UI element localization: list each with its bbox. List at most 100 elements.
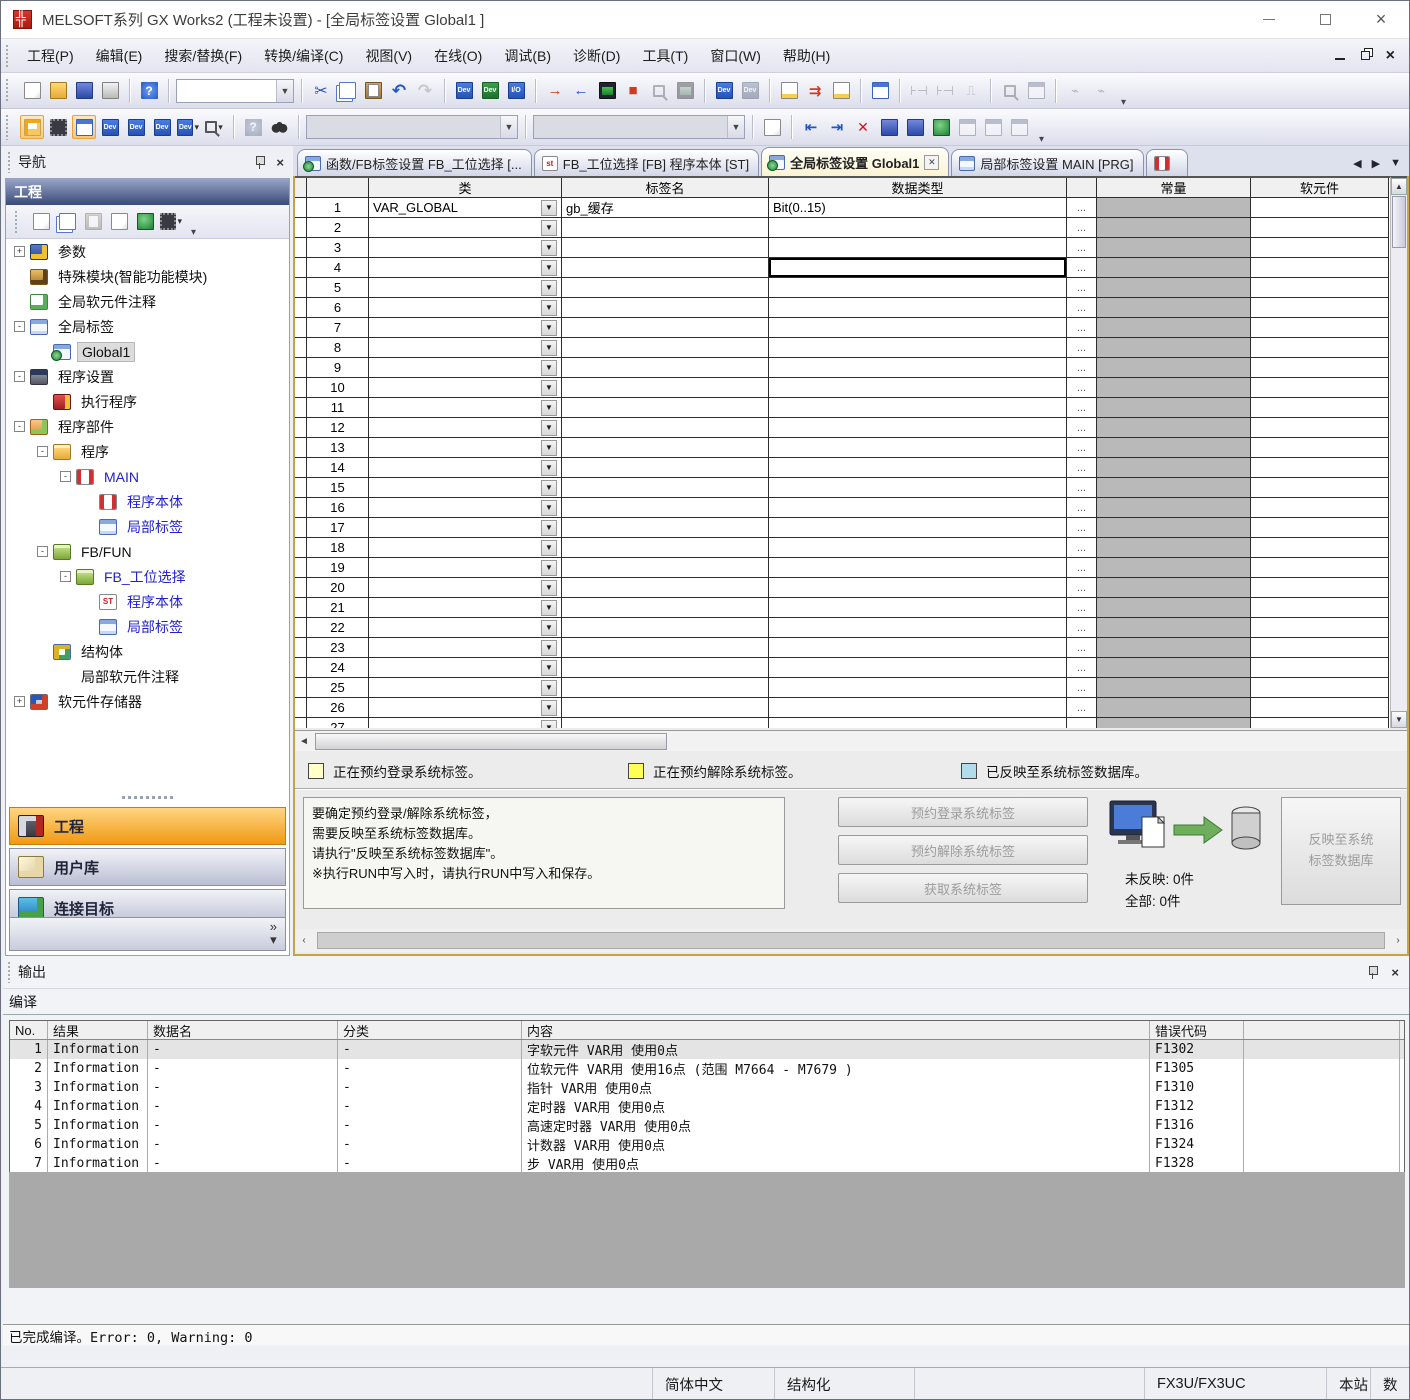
- grid-cell-device[interactable]: [1251, 238, 1389, 258]
- grid-cell-device[interactable]: [1251, 518, 1389, 538]
- nav-splitter[interactable]: [6, 791, 289, 803]
- combo-drop-icon[interactable]: ▼: [727, 116, 744, 138]
- grid-cell-label-name[interactable]: [562, 658, 769, 678]
- data-type-browse-icon[interactable]: ...: [1067, 318, 1097, 338]
- device-batch-icon[interactable]: Dev: [150, 115, 174, 139]
- monitor-start-icon[interactable]: [595, 79, 619, 103]
- grid-cell-data-type[interactable]: [769, 458, 1067, 478]
- grid-cell-device[interactable]: [1251, 578, 1389, 598]
- tree-item-Global1[interactable]: +Global1: [6, 339, 289, 364]
- convert-off-icon[interactable]: [1007, 115, 1031, 139]
- reflect-to-database-button[interactable]: 反映至系统标签数据库: [1281, 797, 1401, 905]
- grid-cell-label-name[interactable]: [562, 678, 769, 698]
- tree-expand-icon[interactable]: +: [14, 696, 25, 707]
- data-type-browse-icon[interactable]: ...: [1067, 258, 1097, 278]
- watch-unregister-icon[interactable]: Dev: [738, 79, 762, 103]
- class-dropdown-icon[interactable]: ▼: [541, 580, 557, 596]
- toolbar-combobox[interactable]: ▼: [306, 115, 518, 139]
- grid-cell-device[interactable]: [1251, 718, 1389, 728]
- menu-grip[interactable]: [5, 44, 10, 67]
- data-type-browse-icon[interactable]: ...: [1067, 698, 1097, 718]
- class-dropdown-icon[interactable]: ▼: [541, 300, 557, 316]
- output-pin-icon[interactable]: [1367, 965, 1379, 979]
- grid-cell-class[interactable]: ▼: [369, 238, 562, 258]
- data-type-browse-icon[interactable]: ...: [1067, 358, 1097, 378]
- tree-item-局部软元件注释[interactable]: +局部软元件注释: [6, 664, 289, 689]
- ladder-jump-icon[interactable]: [1024, 79, 1048, 103]
- class-dropdown-icon[interactable]: ▼: [541, 380, 557, 396]
- menu-编辑E[interactable]: 编辑(E): [85, 42, 154, 70]
- toolbar-overflow-icon[interactable]: ▾: [1117, 97, 1130, 108]
- convert-sel-icon[interactable]: [955, 115, 979, 139]
- tree-expand-icon[interactable]: -: [14, 321, 25, 332]
- tree-item-局部标签[interactable]: +局部标签: [6, 614, 289, 639]
- data-type-browse-icon[interactable]: ...: [1067, 718, 1097, 728]
- grid-cell-data-type[interactable]: [769, 258, 1067, 278]
- menu-视图V[interactable]: 视图(V): [354, 42, 423, 70]
- grid-cell-label-name[interactable]: [562, 258, 769, 278]
- verify-icon[interactable]: [647, 79, 671, 103]
- grid-cell-device[interactable]: [1251, 218, 1389, 238]
- button-预约登录系统标签[interactable]: 预约登录系统标签: [838, 797, 1088, 827]
- tree-item-结构体[interactable]: +结构体: [6, 639, 289, 664]
- grid-cell-class[interactable]: ▼: [369, 318, 562, 338]
- project-view-icon[interactable]: [20, 115, 44, 139]
- grid-cell-label-name[interactable]: [562, 478, 769, 498]
- window-maximize-button[interactable]: [1297, 1, 1353, 38]
- remote-operation-icon[interactable]: [868, 79, 892, 103]
- grid-cell-device[interactable]: [1251, 418, 1389, 438]
- class-dropdown-icon[interactable]: ▼: [541, 420, 557, 436]
- tree-item-软元件存储器[interactable]: +软元件存储器: [6, 689, 289, 714]
- grid-cell-device[interactable]: [1251, 618, 1389, 638]
- grid-cell-label-name[interactable]: [562, 318, 769, 338]
- class-dropdown-icon[interactable]: ▼: [541, 360, 557, 376]
- grid-cell-data-type[interactable]: [769, 338, 1067, 358]
- grid-cell-data-type[interactable]: [769, 478, 1067, 498]
- open-project-icon[interactable]: [46, 79, 70, 103]
- grid-cell-label-name[interactable]: [562, 218, 769, 238]
- grid-cell-device[interactable]: [1251, 198, 1389, 218]
- data-type-browse-icon[interactable]: ...: [1067, 638, 1097, 658]
- ladder-contact-icon[interactable]: ⊦⊣: [907, 79, 931, 103]
- nav-more-bar[interactable]: »▾: [9, 917, 286, 951]
- grid-cell-label-name[interactable]: [562, 638, 769, 658]
- grid-cell-class[interactable]: ▼: [369, 598, 562, 618]
- grid-cell-device[interactable]: [1251, 498, 1389, 518]
- grid-vscroll-thumb[interactable]: [1392, 196, 1406, 248]
- ladder-find-icon[interactable]: [998, 79, 1022, 103]
- grid-cell-label-name[interactable]: [562, 378, 769, 398]
- ladder-pulse-icon[interactable]: ⎍: [959, 79, 983, 103]
- grid-cell-device[interactable]: [1251, 378, 1389, 398]
- comment-jump-icon[interactable]: [777, 79, 801, 103]
- grid-cell-class[interactable]: ▼: [369, 538, 562, 558]
- grid-cell-data-type[interactable]: [769, 598, 1067, 618]
- nav-property-icon[interactable]: [107, 210, 131, 234]
- grid-cell-data-type[interactable]: [769, 658, 1067, 678]
- data-type-browse-icon[interactable]: ...: [1067, 678, 1097, 698]
- grid-cell-data-type[interactable]: [769, 578, 1067, 598]
- output-tab-compile[interactable]: 编译: [3, 990, 47, 1014]
- grid-cell-data-type[interactable]: [769, 358, 1067, 378]
- grid-cell-device[interactable]: [1251, 338, 1389, 358]
- remote-icon[interactable]: [673, 79, 697, 103]
- grid-cell-label-name[interactable]: [562, 278, 769, 298]
- grid-cell-data-type[interactable]: Bit(0..15): [769, 198, 1067, 218]
- device-entry-icon[interactable]: Dev: [124, 115, 148, 139]
- document-tab[interactable]: [1146, 149, 1188, 176]
- grid-cell-label-name[interactable]: [562, 578, 769, 598]
- toolbar-overflow-icon[interactable]: ▾: [1035, 134, 1048, 145]
- grid-cell-device[interactable]: [1251, 398, 1389, 418]
- new-project-icon[interactable]: [20, 79, 44, 103]
- device-comment-icon[interactable]: Dev: [478, 79, 502, 103]
- tree-item-FB_工位选择[interactable]: -FB_工位选择: [6, 564, 289, 589]
- output-row-1[interactable]: 1Information--字软元件 VAR用 使用0点F1302: [10, 1040, 1404, 1059]
- data-type-browse-icon[interactable]: ...: [1067, 418, 1097, 438]
- output-row-5[interactable]: 5Information--高速定时器 VAR用 使用0点F1316: [10, 1116, 1404, 1135]
- grid-cell-device[interactable]: [1251, 598, 1389, 618]
- grid-cell-label-name[interactable]: [562, 398, 769, 418]
- button-预约解除系统标签[interactable]: 预约解除系统标签: [838, 835, 1088, 865]
- tree-item-程序部件[interactable]: -程序部件: [6, 414, 289, 439]
- tab-scroll-left-icon[interactable]: ◀: [1353, 157, 1361, 170]
- toolbar-combobox[interactable]: ▼: [533, 115, 745, 139]
- data-type-browse-icon[interactable]: ...: [1067, 658, 1097, 678]
